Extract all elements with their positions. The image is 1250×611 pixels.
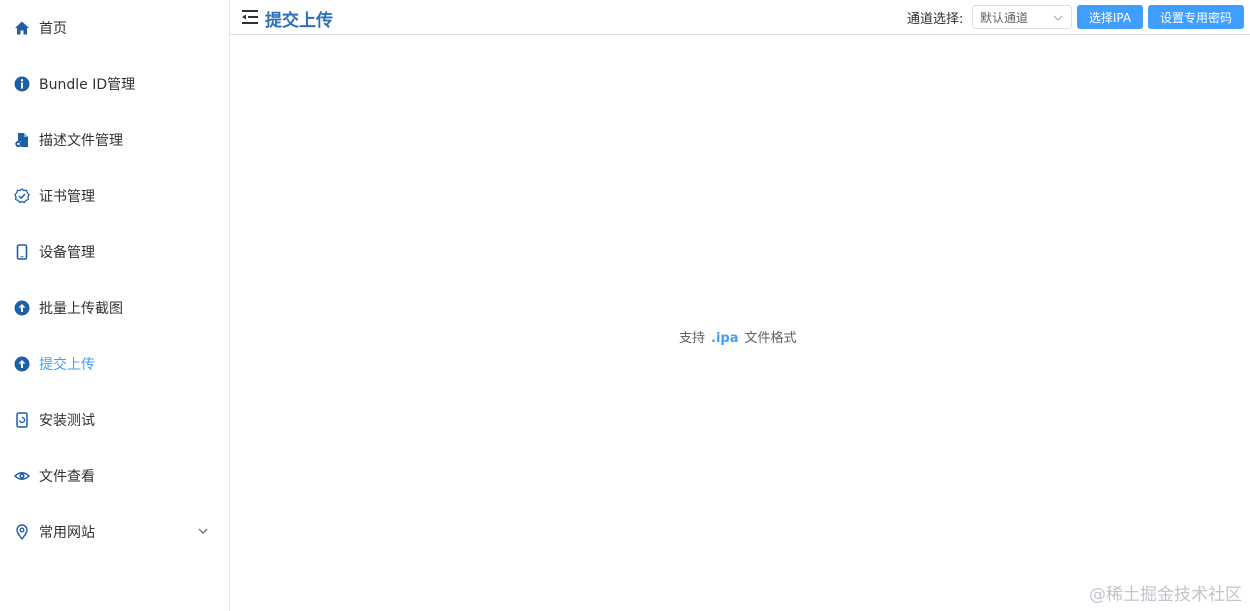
sidebar-item-label: 证书管理 [39,189,95,205]
sidebar-item-devices[interactable]: 设备管理 [0,224,229,280]
sidebar: 首页 Bundle ID管理 描述文件管理 证书管理 设备管理 批量上传截图 提… [0,0,230,611]
file-gear-icon [14,132,30,148]
sidebar-item-label: 批量上传截图 [39,301,123,317]
upload-hint: 支持 .ipa 文件格式 [679,327,797,346]
channel-select[interactable]: 默认通道 [972,5,1072,29]
sidebar-item-label: 提交上传 [39,357,95,373]
upload-hint-prefix: 支持 [679,331,706,346]
upload-circle-icon [14,300,30,316]
sidebar-item-profiles[interactable]: 描述文件管理 [0,112,229,168]
home-icon [14,20,30,36]
sidebar-item-certificates[interactable]: 证书管理 [0,168,229,224]
menu-fold-icon[interactable] [242,10,258,24]
info-icon [14,76,30,92]
upload-hint-extension: .ipa [711,331,739,346]
sidebar-item-install-test[interactable]: 安装测试 [0,392,229,448]
sidebar-item-batch-screenshots[interactable]: 批量上传截图 [0,280,229,336]
sidebar-item-label: 文件查看 [39,469,95,485]
sidebar-item-bundle-id[interactable]: Bundle ID管理 [0,56,229,112]
upload-drop-area[interactable]: 支持 .ipa 文件格式 [230,35,1250,611]
channel-select-value: 默认通道 [980,11,1029,25]
sidebar-item-submit-upload[interactable]: 提交上传 [0,336,229,392]
chevron-down-icon[interactable] [197,525,209,537]
phone-icon [14,244,30,260]
channel-label: 通道选择: [907,12,964,27]
shield-check-icon [14,188,30,204]
install-icon [14,412,30,428]
sidebar-item-label: 常用网站 [39,525,95,541]
sidebar-item-label: 设备管理 [39,245,95,261]
eye-icon [14,468,30,484]
select-ipa-button[interactable]: 选择IPA [1077,5,1143,29]
top-header: 提交上传 通道选择: 默认通道 选择IPA 设置专用密码 [230,0,1250,35]
sidebar-item-label: 描述文件管理 [39,133,123,149]
watermark: @稀土掘金技术社区 [1089,585,1242,605]
location-icon [14,524,30,540]
sidebar-item-home[interactable]: 首页 [0,0,229,56]
upload-circle-icon [14,356,30,372]
sidebar-item-label: Bundle ID管理 [39,77,136,93]
sidebar-item-common-sites[interactable]: 常用网站 [0,504,229,560]
sidebar-item-file-view[interactable]: 文件查看 [0,448,229,504]
chevron-down-icon [1053,15,1063,21]
sidebar-item-label: 安装测试 [39,413,95,429]
sidebar-item-label: 首页 [39,21,67,37]
page-title: 提交上传 [265,11,333,31]
set-password-button[interactable]: 设置专用密码 [1148,5,1244,29]
upload-hint-suffix: 文件格式 [744,331,797,346]
